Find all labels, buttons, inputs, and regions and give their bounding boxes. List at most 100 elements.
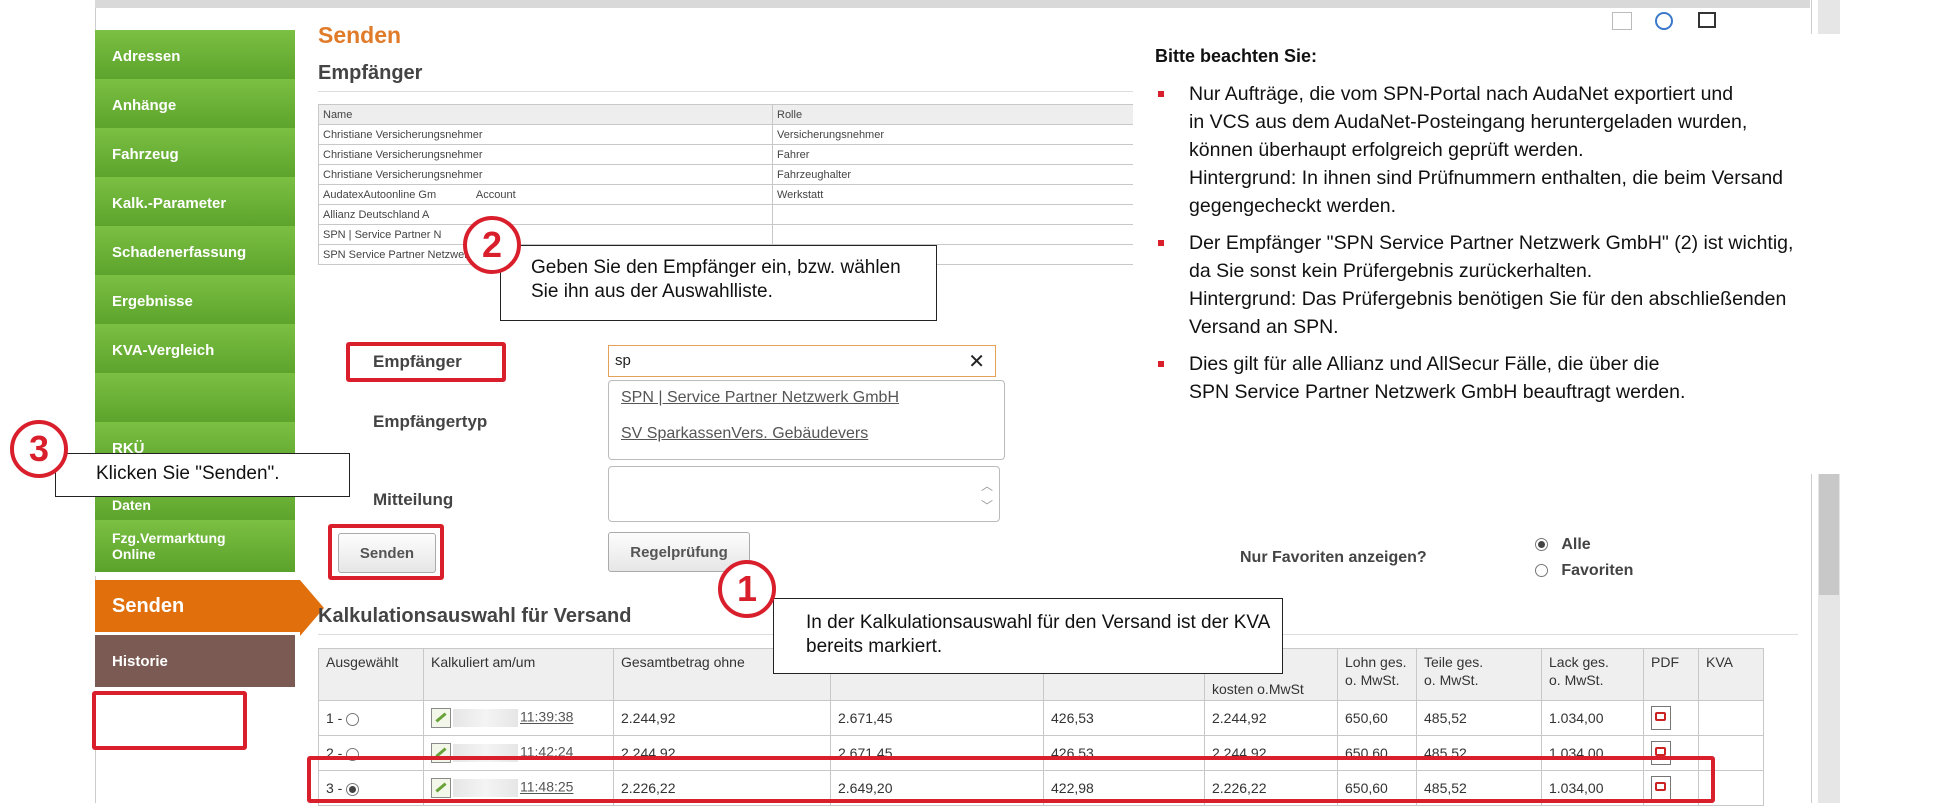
- highlight-selected-row: [307, 756, 1715, 803]
- note-line: gegengecheckt werden.: [1189, 195, 1397, 217]
- note-line: können überhaupt erfolgreich geprüft wer…: [1189, 139, 1584, 161]
- note-line: Versand an SPN.: [1189, 316, 1339, 338]
- sidebar-item-kalk-parameter[interactable]: Kalk.-Parameter: [95, 177, 295, 233]
- sidebar-item-label: Fahrzeug: [112, 145, 179, 163]
- note-line: Nur Aufträge, die vom SPN-Portal nach Au…: [1189, 83, 1734, 105]
- callout-2-number: 2: [463, 216, 521, 274]
- sidebar-item-fahrzeug[interactable]: Fahrzeug: [95, 128, 295, 184]
- cell-text: Account: [475, 188, 516, 201]
- recipients-heading: Empfänger: [318, 62, 423, 84]
- cell: AudatexAutoonline Gm Account: [318, 184, 773, 205]
- help-icon[interactable]: [1655, 12, 1673, 30]
- callout-3-number: 3: [10, 420, 68, 478]
- header-line: Teile ges.: [1424, 654, 1484, 670]
- cell: 2.244,92: [1204, 700, 1338, 736]
- redacted-date: [453, 709, 518, 727]
- callout-1: In der Kalkulationsauswahl für den Versa…: [773, 598, 1283, 674]
- sidebar-item-senden[interactable]: Senden: [95, 580, 324, 636]
- radio-all[interactable]: Alle: [1535, 536, 1591, 554]
- column-header: PDF: [1643, 648, 1699, 701]
- header-line: o. MwSt.: [1345, 672, 1400, 688]
- sidebar-item-hidden[interactable]: [95, 373, 295, 429]
- radio-button[interactable]: [1535, 538, 1548, 552]
- sidebar-item-label: Senden: [112, 594, 185, 617]
- sidebar-item-anhaenge[interactable]: Anhänge: [95, 79, 295, 135]
- cell: 485,52: [1416, 700, 1542, 736]
- recipient-type-label: Empfängertyp: [373, 412, 488, 431]
- sidebar-item-historie[interactable]: Historie: [95, 635, 295, 691]
- suggestion-option[interactable]: SV SparkassenVers. Gebäudevers: [621, 425, 868, 443]
- cell: 650,60: [1337, 700, 1417, 736]
- sidebar-item-label: Historie: [112, 652, 168, 670]
- cell: Christiane Versicherungsnehmer: [318, 144, 773, 165]
- recipient-input[interactable]: sp ✕: [608, 345, 996, 377]
- note-panel: Bitte beachten Sie: Nur Aufträge, die vo…: [1133, 34, 1944, 474]
- cell: Christiane Versicherungsnehmer: [318, 164, 773, 185]
- column-header: Name: [318, 104, 773, 125]
- sidebar-item-fzg-vermarktung-online[interactable]: Fzg.Vermarktung Online: [95, 520, 295, 576]
- page-icon[interactable]: [1612, 12, 1632, 30]
- note-line: Hintergrund: In ihnen sind Prüfnummern e…: [1189, 167, 1784, 189]
- suggestion-option[interactable]: SPN | Service Partner Netzwerk GmbH: [621, 389, 899, 407]
- calc-time-link[interactable]: 11:39:38: [520, 709, 573, 725]
- note-line: SPN Service Partner Netzwerk GmbH beauft…: [1189, 381, 1686, 403]
- close-icon[interactable]: ✕: [968, 349, 985, 374]
- sidebar-item-kva-vergleich[interactable]: KVA-Vergleich: [95, 324, 295, 380]
- sidebar-item-label: Ergebnisse: [112, 292, 193, 310]
- column-header: KVA: [1698, 648, 1764, 701]
- highlight-recipient-label: [346, 342, 506, 382]
- sidebar-item-adressen[interactable]: Adressen: [95, 30, 295, 86]
- page-title: Senden: [318, 22, 402, 48]
- message-label: Mitteilung: [373, 490, 454, 509]
- sidebar-item-label: Schadenerfassung: [112, 243, 247, 261]
- recipient-input-value: sp: [615, 352, 631, 369]
- edit-icon[interactable]: [431, 708, 451, 728]
- cell: Christiane Versicherungsnehmer: [318, 124, 773, 145]
- radio-favorites[interactable]: Favoriten: [1535, 562, 1633, 580]
- scroll-up-icon[interactable]: ︿: [981, 477, 993, 494]
- cell-text: AudatexAutoonline Gm: [323, 188, 437, 201]
- cell: 1.034,00: [1541, 700, 1644, 736]
- callout-1-number: 1: [718, 560, 776, 618]
- save-icon[interactable]: [1698, 12, 1716, 28]
- highlight-send-button: [328, 524, 444, 580]
- column-header: Kalkuliert am/um: [423, 648, 614, 701]
- header-line: o. MwSt.: [1549, 672, 1604, 688]
- sidebar-item-label: KVA-Vergleich: [112, 341, 215, 359]
- header-line: Lohn ges.: [1345, 654, 1407, 670]
- radio-button[interactable]: [346, 712, 360, 726]
- callout-text: In der Kalkulationsauswahl für den Versa…: [806, 612, 1270, 657]
- top-strip: [95, 0, 1810, 8]
- cell: 2.671,45: [830, 700, 1044, 736]
- scroll-down-icon[interactable]: ﹀: [981, 497, 993, 514]
- cell: [1643, 700, 1699, 736]
- cell: 426,53: [1043, 700, 1205, 736]
- sidebar-item-schadenerfassung[interactable]: Schadenerfassung: [95, 226, 295, 282]
- note-list: Nur Aufträge, die vom SPN-Portal nach Au…: [1155, 80, 1935, 415]
- row-index: 1 -: [326, 710, 343, 726]
- header-line: o. MwSt.: [1424, 672, 1479, 688]
- callout-text: Klicken Sie "Senden".: [96, 463, 280, 484]
- radio-label: Alle: [1561, 536, 1591, 553]
- sidebar-item-ergebnisse[interactable]: Ergebnisse: [95, 275, 295, 331]
- note-item: Der Empfänger "SPN Service Partner Netzw…: [1155, 229, 1935, 341]
- calc-heading: Kalkulationsauswahl für Versand: [318, 605, 632, 627]
- callout-3: Klicken Sie "Senden".: [55, 453, 350, 497]
- column-header: Lack ges. o. MwSt.: [1541, 648, 1644, 701]
- note-line: Dies gilt für alle Allianz und AllSecur …: [1189, 353, 1660, 375]
- scrollbar-thumb[interactable]: [1819, 465, 1839, 595]
- message-textarea[interactable]: ︿ ﹀: [608, 466, 1000, 522]
- column-header: Teile ges. o. MwSt.: [1416, 648, 1542, 701]
- pdf-icon[interactable]: [1651, 706, 1671, 730]
- note-line: da Sie sonst kein Prüfergebnis zurückerh…: [1189, 260, 1593, 282]
- cell: 2.244,92: [613, 700, 831, 736]
- note-line: Der Empfänger "SPN Service Partner Netzw…: [1189, 232, 1794, 254]
- cell: Allianz Deutschland A: [318, 204, 773, 225]
- column-header: Ausgewählt: [318, 648, 424, 701]
- suggestion-dropdown: SPN | Service Partner Netzwerk GmbH SV S…: [608, 380, 1005, 460]
- radio-button[interactable]: [1535, 564, 1548, 578]
- sidebar-item-label: Anhänge: [112, 96, 177, 114]
- header-line: Lack ges.: [1549, 654, 1609, 670]
- table-row[interactable]: 1 - 11:39:38 2.244,92 2.671,45 426,53 2.…: [318, 700, 1764, 736]
- callout-2: Geben Sie den Empfänger ein, bzw. wählen…: [500, 245, 937, 321]
